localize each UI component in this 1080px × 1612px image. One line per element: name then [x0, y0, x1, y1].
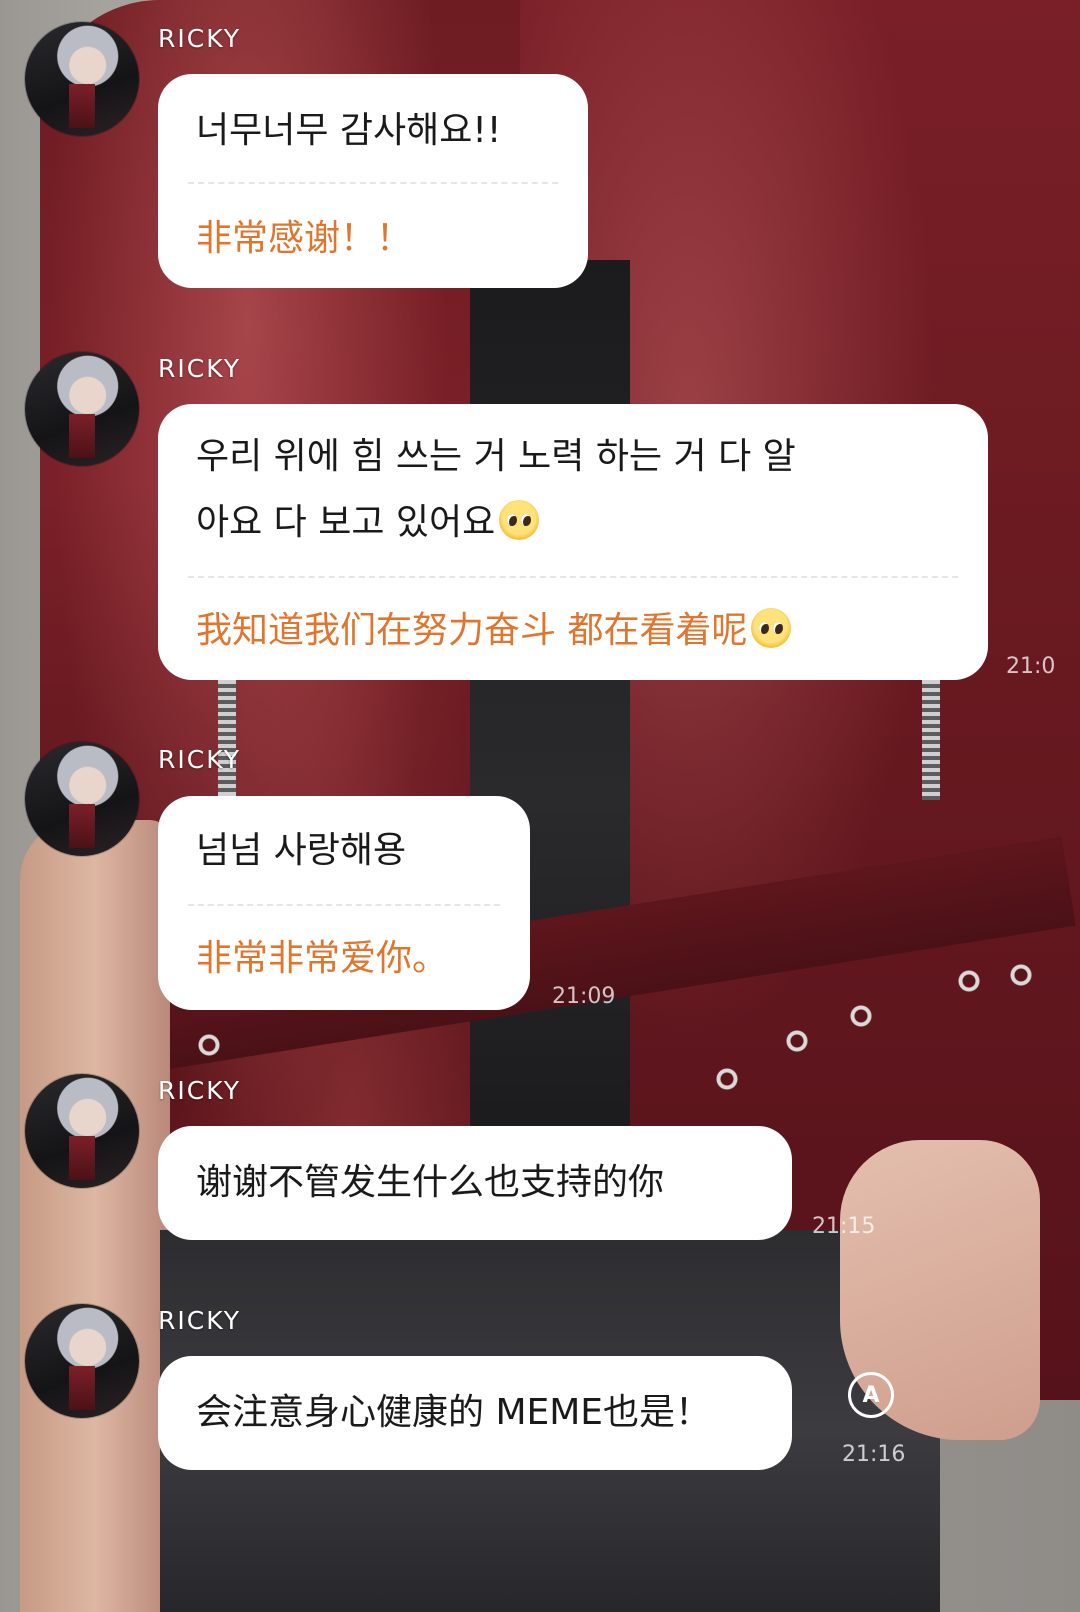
- background-eyelet: [786, 1030, 808, 1052]
- background-eyelet: [198, 1034, 220, 1056]
- sender-name: RICKY: [158, 1306, 241, 1335]
- background-zipper: [922, 680, 940, 800]
- background-eyelet: [716, 1068, 738, 1090]
- sender-name: RICKY: [158, 745, 241, 774]
- message-time: 21:16: [842, 1442, 906, 1467]
- translate-icon[interactable]: A: [848, 1372, 894, 1418]
- translated-text: 非常非常爱你。: [196, 938, 449, 979]
- sender-name: RICKY: [158, 1076, 241, 1105]
- avatar[interactable]: [25, 352, 139, 466]
- original-text: 넘넘 사랑해용: [196, 830, 407, 871]
- translated-text-content: 我知道我们在努力奋斗 都在看着呢: [196, 610, 748, 651]
- background-eyelet: [1010, 964, 1032, 986]
- message-bubble[interactable]: 谢谢不管发生什么也支持的你: [158, 1126, 792, 1240]
- pleading-face-emoji-icon: [499, 500, 540, 540]
- background-eyelet: [958, 970, 980, 992]
- original-text: 너무너무 감사해요!!: [196, 110, 502, 151]
- avatar[interactable]: [25, 742, 139, 856]
- avatar[interactable]: [25, 22, 139, 136]
- background-shirt: [470, 260, 630, 1160]
- background-arm: [20, 820, 170, 1612]
- translation-divider: [188, 576, 958, 578]
- translated-text: 非常感谢！！: [196, 218, 413, 259]
- translated-text: 我知道我们在努力奋斗 都在看着呢: [196, 600, 792, 662]
- original-text-line-2: 아요 다 보고 있어요: [196, 492, 540, 554]
- message-time: 21:0: [1006, 654, 1056, 679]
- message-bubble[interactable]: 넘넘 사랑해용 非常非常爱你。: [158, 796, 530, 1010]
- message-bubble[interactable]: 会注意身心健康的 MEME也是！: [158, 1356, 792, 1470]
- translation-divider: [188, 182, 558, 184]
- sender-name: RICKY: [158, 24, 241, 53]
- message-time: 21:15: [812, 1214, 876, 1239]
- translation-divider: [188, 904, 500, 906]
- original-text-line-1: 우리 위에 힘 쓰는 거 노력 하는 거 다 알: [196, 436, 796, 477]
- original-text-line-2-text: 아요 다 보고 있어요: [196, 502, 496, 543]
- message-text: 谢谢不管发生什么也支持的你: [196, 1162, 665, 1203]
- avatar[interactable]: [25, 1304, 139, 1418]
- message-bubble[interactable]: 너무너무 감사해요!! 非常感谢！！: [158, 74, 588, 288]
- message-time: 21:09: [552, 984, 616, 1009]
- message-text: 会注意身心健康的 MEME也是！: [196, 1392, 712, 1433]
- background-eyelet: [850, 1005, 872, 1027]
- background-zipper: [218, 680, 236, 800]
- avatar[interactable]: [25, 1074, 139, 1188]
- sender-name: RICKY: [158, 354, 241, 383]
- message-bubble[interactable]: 우리 위에 힘 쓰는 거 노력 하는 거 다 알 아요 다 보고 있어요 我知道…: [158, 404, 988, 680]
- pleading-face-emoji-icon: [751, 608, 792, 648]
